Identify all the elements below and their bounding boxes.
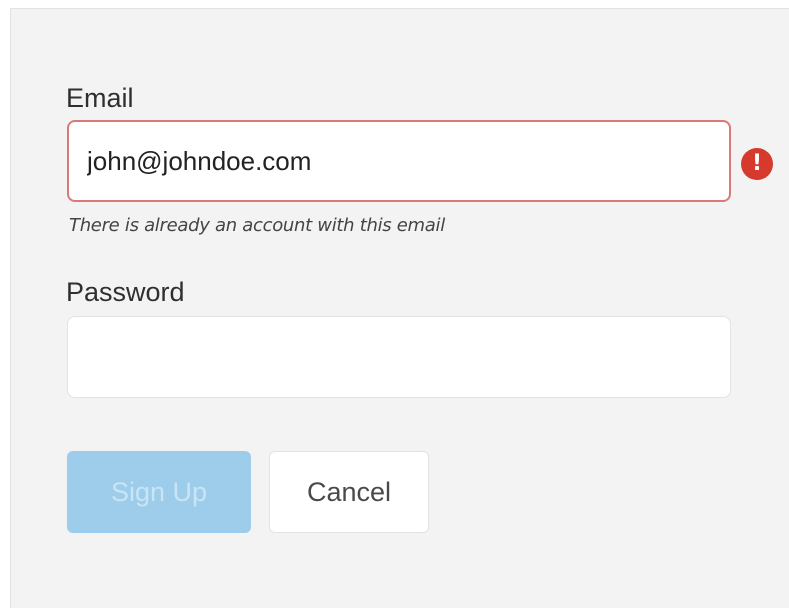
password-label: Password [66,277,185,307]
email-input[interactable] [67,120,731,202]
sign-up-button[interactable]: Sign Up [67,451,251,533]
exclamation-circle-icon: ! [741,148,773,180]
cancel-button[interactable]: Cancel [269,451,429,533]
email-error-message: There is already an account with this em… [69,215,445,236]
password-input[interactable] [67,316,731,398]
signup-form-panel: Email ! There is already an account with… [10,8,789,608]
email-label: Email [66,83,134,113]
